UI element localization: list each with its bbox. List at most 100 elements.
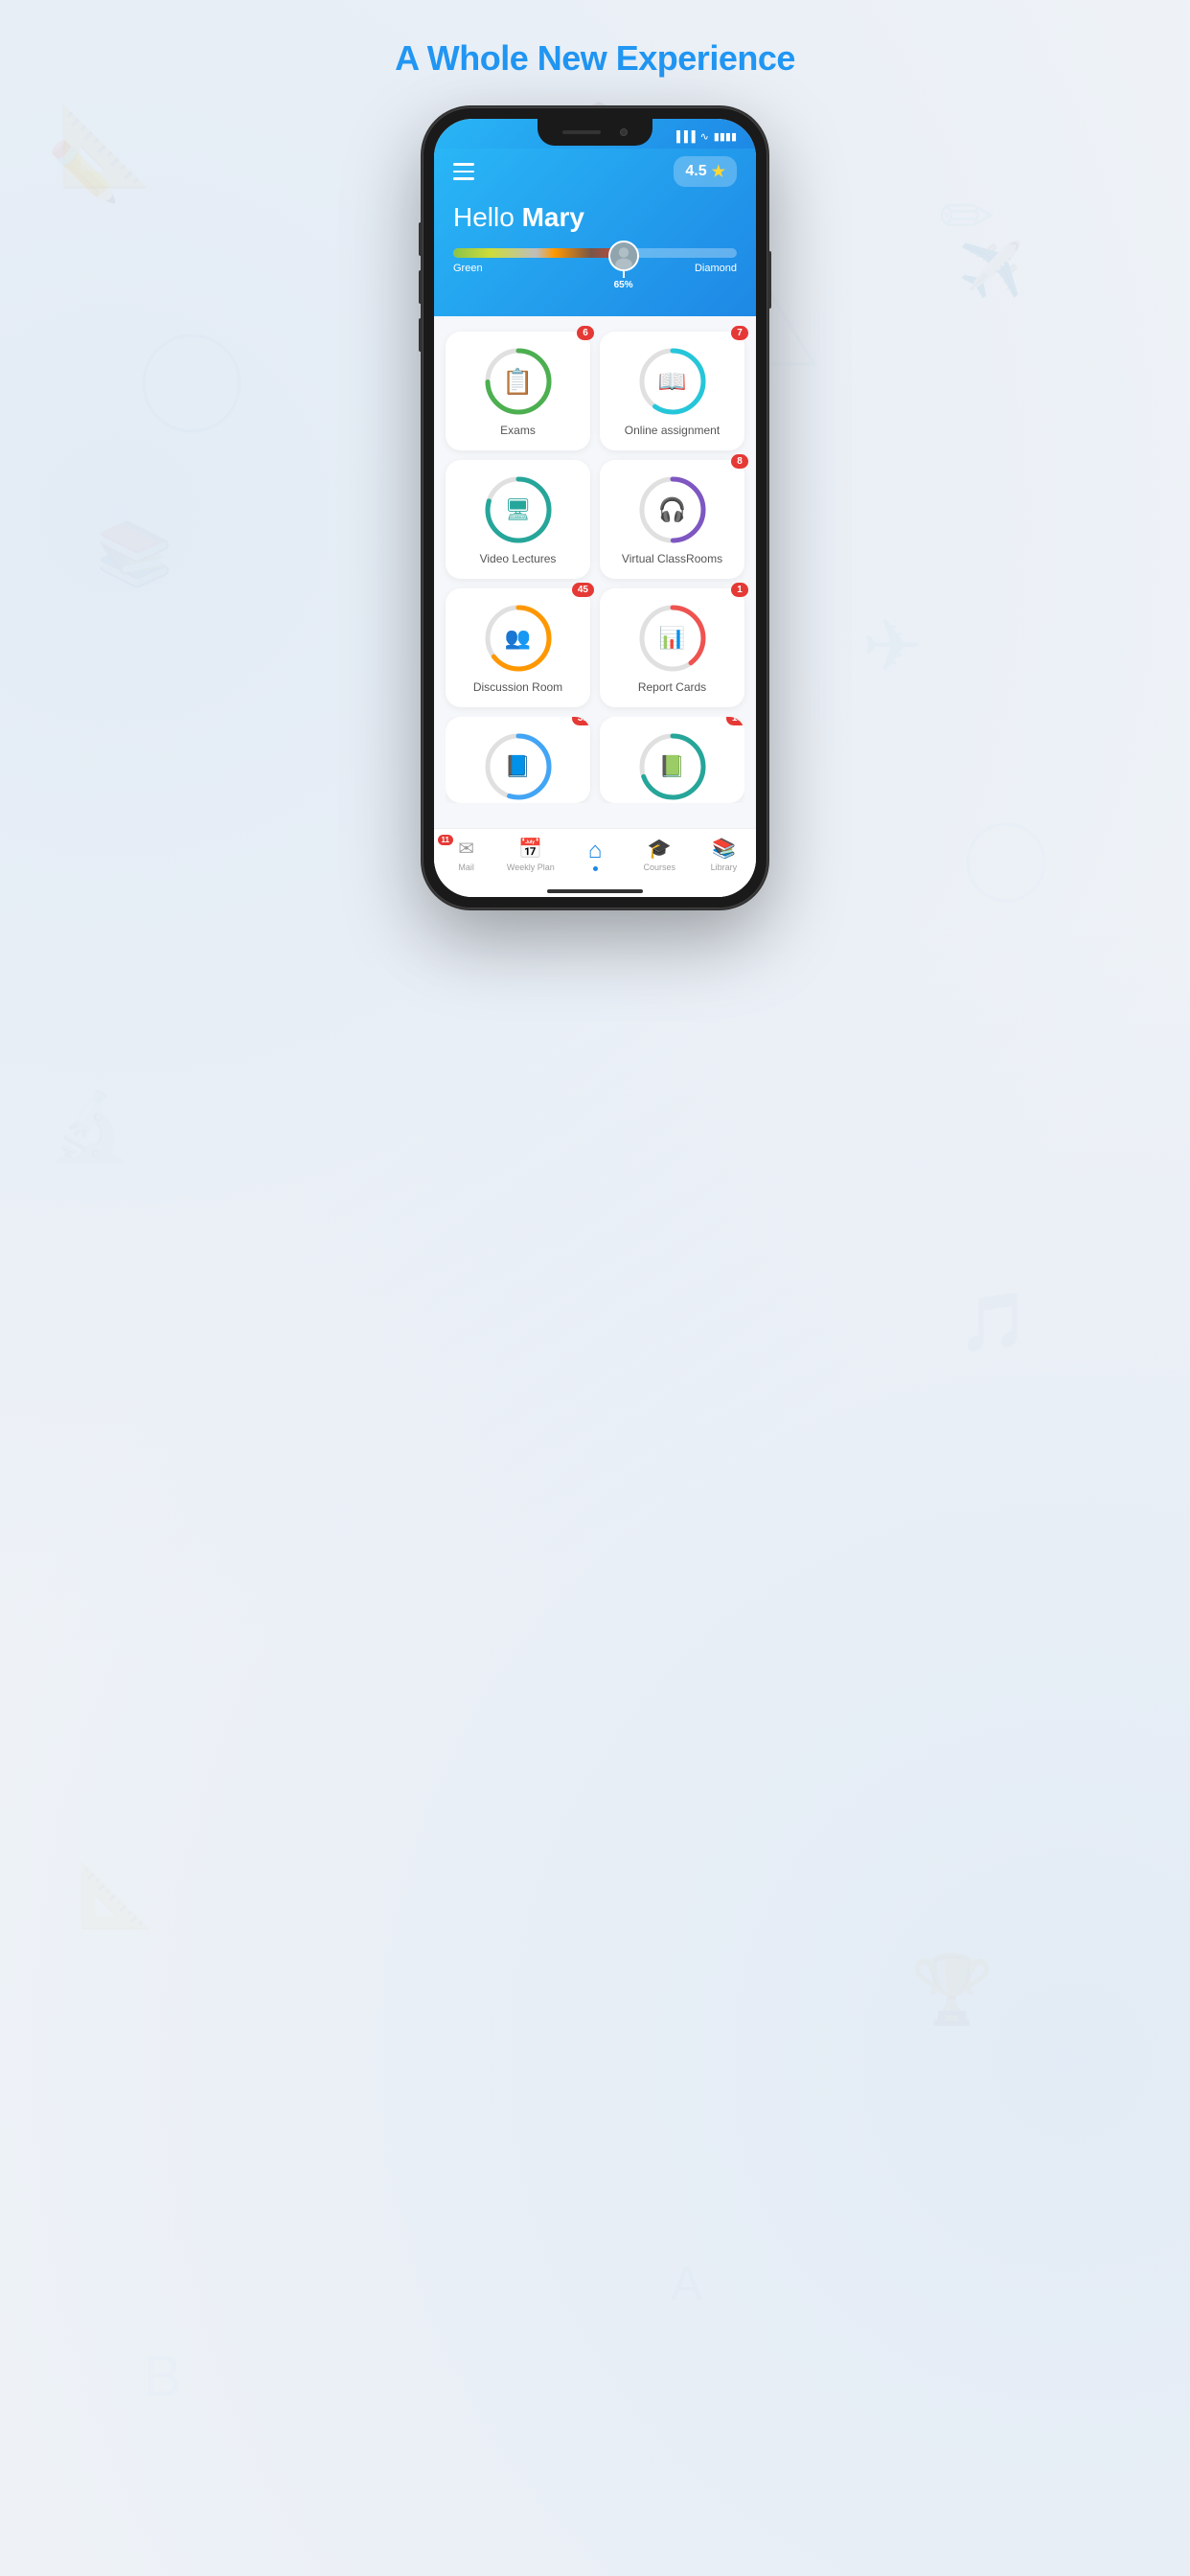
- card7-icon-circle: 📘: [484, 732, 553, 801]
- svg-text:🔬: 🔬: [48, 1087, 131, 1165]
- weekly-plan-icon: 📅: [518, 837, 542, 861]
- avatar: [608, 241, 639, 271]
- rating-badge: 4.5 ★: [674, 156, 737, 187]
- svg-text:B: B: [144, 2344, 182, 2408]
- virtual-classrooms-badge: 8: [731, 454, 748, 469]
- svg-text:✈: ✈: [862, 606, 923, 686]
- header-top: 4.5 ★: [453, 156, 737, 187]
- svg-text:🏆: 🏆: [910, 1951, 994, 2028]
- battery-icon: ▮▮▮▮: [714, 130, 737, 143]
- svg-text:🎵: 🎵: [958, 1290, 1030, 1354]
- notch: [538, 119, 652, 146]
- discussion-room-icon: 👥: [505, 626, 531, 651]
- grid-row-4: 31 📘 13: [446, 717, 744, 803]
- page-headline: A Whole New Experience: [395, 38, 795, 79]
- video-lectures-label: Video Lectures: [480, 552, 557, 565]
- svg-text:✏: ✏: [939, 179, 995, 254]
- exams-badge: 6: [577, 326, 594, 340]
- avatar-pin: [623, 270, 625, 278]
- video-lectures-icon-circle: 🖥: [484, 475, 553, 544]
- avatar-container: 65%: [608, 241, 639, 290]
- rating-value: 4.5: [685, 163, 706, 180]
- home-icon: ⌂: [588, 838, 603, 864]
- weekly-plan-label: Weekly Plan: [507, 862, 555, 872]
- exams-icon: 📋: [502, 367, 533, 397]
- card-video-lectures[interactable]: 🖥 Video Lectures: [446, 460, 590, 579]
- virtual-classrooms-icon: 🎧: [658, 496, 687, 524]
- video-lectures-icon: 🖥: [505, 497, 532, 522]
- library-icon: 📚: [712, 837, 736, 861]
- online-assignment-badge: 7: [731, 326, 748, 340]
- report-cards-label: Report Cards: [638, 680, 706, 694]
- progress-start-label: Green: [453, 263, 483, 274]
- library-label: Library: [711, 862, 738, 872]
- mail-label: Mail: [458, 862, 474, 872]
- courses-icon: 🎓: [648, 837, 672, 861]
- nav-courses[interactable]: 🎓 Courses: [628, 837, 692, 872]
- progress-labels: Green Diamond: [453, 263, 737, 274]
- discussion-room-badge: 45: [572, 583, 594, 597]
- progress-area: 65% Green Diamond: [453, 248, 737, 297]
- progress-end-label: Diamond: [695, 263, 737, 274]
- wifi-icon: ∿: [700, 130, 709, 143]
- progress-percent: 65%: [614, 280, 633, 290]
- nav-home[interactable]: ⌂: [562, 837, 627, 872]
- svg-text:📐: 📐: [57, 103, 153, 190]
- card-report-cards[interactable]: 1 📊 Report Cards: [600, 588, 744, 707]
- nav-mail[interactable]: ✉ 11 Mail: [434, 837, 498, 872]
- grid-row-1: 6 📋 Exams 7: [446, 332, 744, 450]
- card-7[interactable]: 31 📘: [446, 717, 590, 803]
- exams-icon-circle: 📋: [484, 347, 553, 416]
- bottom-nav: ✉ 11 Mail 📅 Weekly Plan ⌂ 🎓 Courses 📚 Li…: [434, 828, 756, 882]
- mail-icon: ✉: [458, 839, 474, 860]
- mail-badge: 11: [438, 835, 453, 845]
- greeting-name: Mary: [522, 202, 584, 232]
- report-cards-icon-circle: 📊: [638, 604, 707, 673]
- greeting: Hello Mary: [453, 202, 737, 233]
- star-icon: ★: [712, 162, 725, 181]
- home-active-dot: [593, 866, 598, 871]
- svg-text:📐: 📐: [77, 1860, 154, 1931]
- card7-badge: 31: [572, 717, 590, 725]
- report-cards-icon: 📊: [659, 626, 685, 651]
- card-online-assignment[interactable]: 7 📖 Online assignment: [600, 332, 744, 450]
- headline-prefix: A Whole New: [395, 38, 616, 78]
- phone-frame: ▐▐▐ ∿ ▮▮▮▮ 4.5 ★ Hello Mary: [423, 107, 767, 908]
- app-content: 6 📋 Exams 7: [434, 316, 756, 828]
- phone-screen: ▐▐▐ ∿ ▮▮▮▮ 4.5 ★ Hello Mary: [434, 119, 756, 897]
- home-indicator: [434, 882, 756, 897]
- app-header: 4.5 ★ Hello Mary 65%: [434, 149, 756, 316]
- discussion-room-icon-circle: 👥: [484, 604, 553, 673]
- status-icons: ▐▐▐ ∿ ▮▮▮▮: [673, 130, 737, 143]
- headline-bold: Experience: [616, 38, 795, 78]
- hamburger-button[interactable]: [453, 163, 474, 180]
- report-cards-badge: 1: [731, 583, 748, 597]
- notch-camera: [620, 128, 628, 136]
- card7-icon: 📘: [505, 754, 531, 779]
- card8-badge: 13: [726, 717, 744, 725]
- card-discussion-room[interactable]: 45 👥 Discussion Room: [446, 588, 590, 707]
- card8-icon-circle: 📗: [638, 732, 707, 801]
- signal-icon: ▐▐▐: [673, 131, 695, 143]
- virtual-classrooms-icon-circle: 🎧: [638, 475, 707, 544]
- courses-label: Courses: [643, 862, 675, 872]
- svg-text:📚: 📚: [96, 518, 173, 589]
- virtual-classrooms-label: Virtual ClassRooms: [622, 552, 722, 565]
- progress-track: [453, 248, 737, 258]
- card8-icon: 📗: [659, 754, 685, 779]
- home-bar: [547, 889, 643, 893]
- card-exams[interactable]: 6 📋 Exams: [446, 332, 590, 450]
- card-virtual-classrooms[interactable]: 8 🎧 Virtual ClassRooms: [600, 460, 744, 579]
- card-8[interactable]: 13 📗: [600, 717, 744, 803]
- greeting-prefix: Hello: [453, 202, 522, 232]
- online-assignment-label: Online assignment: [625, 424, 720, 437]
- nav-library[interactable]: 📚 Library: [692, 837, 756, 872]
- grid-row-3: 45 👥 Discussion Room 1: [446, 588, 744, 707]
- discussion-room-label: Discussion Room: [473, 680, 562, 694]
- notch-speaker: [562, 130, 601, 134]
- nav-weekly-plan[interactable]: 📅 Weekly Plan: [498, 837, 562, 872]
- grid-row-2: 🖥 Video Lectures 8 🎧: [446, 460, 744, 579]
- svg-text:A: A: [671, 2257, 703, 2311]
- online-assignment-icon: 📖: [658, 368, 687, 396]
- online-assignment-icon-circle: 📖: [638, 347, 707, 416]
